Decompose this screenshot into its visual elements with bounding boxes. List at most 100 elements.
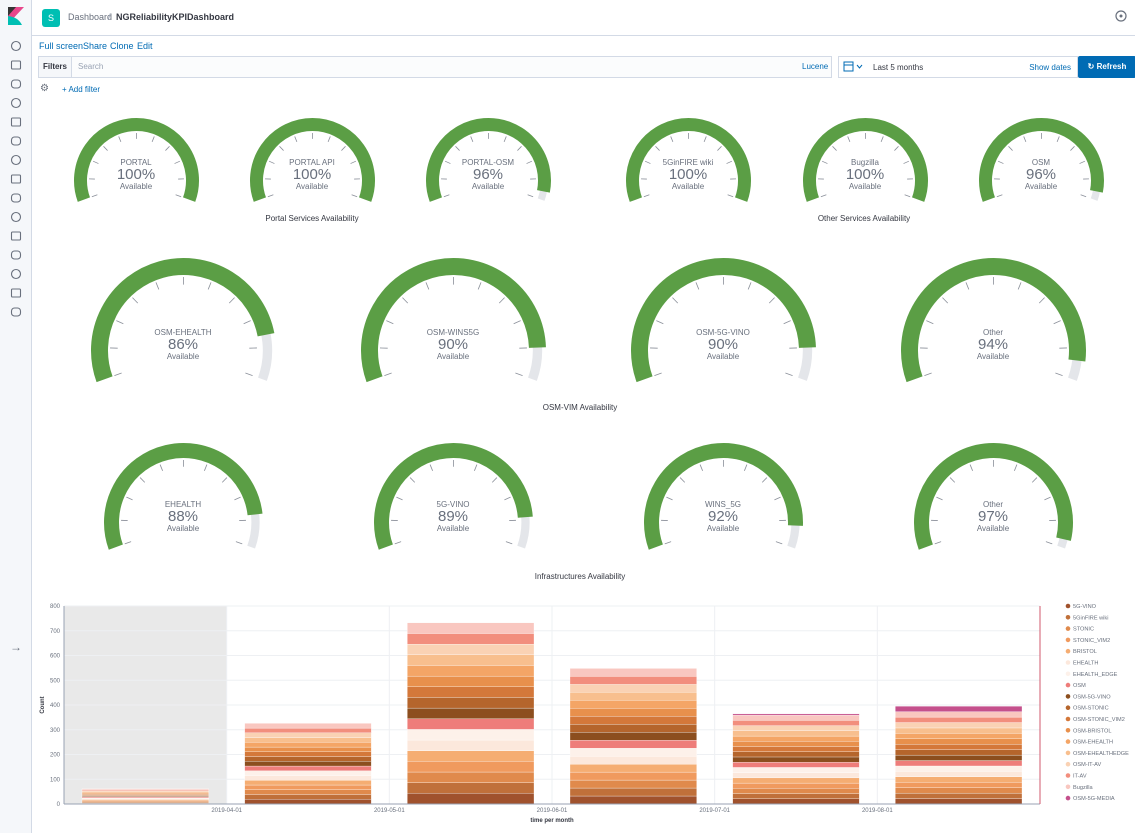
bar-segment [895,712,1022,717]
bar-segment [245,742,372,747]
collapse-nav-icon[interactable]: → [8,640,24,656]
filter-settings-icon[interactable]: ⚙ [40,83,49,94]
show-dates-link[interactable]: Show dates [1029,63,1071,72]
lucene-toggle[interactable]: Lucene [802,62,828,71]
clone-link[interactable]: Clone [110,41,134,51]
gauge-tick [517,146,521,150]
date-range-text[interactable]: Last 5 months [873,63,923,72]
gauge-tick [672,297,677,303]
bar-segment [245,723,372,728]
legend-label: OSM-5G-MEDIA [1073,796,1115,802]
bar-segment [895,750,1022,755]
gauge-tick [351,194,356,196]
edit-link[interactable]: Edit [137,41,153,51]
maps-icon[interactable] [8,135,24,151]
gauge-tick [704,136,706,141]
help-icon[interactable] [1115,10,1129,24]
gauge-tick [328,136,330,141]
gauge-tick [1039,297,1044,303]
bar-segment [733,799,860,804]
gauge-tick [926,320,933,323]
gauge-tick [936,497,942,500]
gauge-tick [515,373,522,376]
add-filter-link[interactable]: + Add filter [62,85,100,94]
apm-icon[interactable] [8,211,24,227]
gauge-tick [1045,541,1051,543]
gauge-tick [160,464,163,470]
infrastructure-icon[interactable] [8,173,24,189]
bar-segment [407,729,534,740]
y-tick-label: 800 [50,604,61,610]
bar-segment [733,783,860,788]
uptime-icon[interactable] [8,230,24,246]
gauge-tick [1014,464,1017,470]
gauge-tick [748,282,751,289]
bar-segment [570,748,697,756]
gauge-tick [504,497,510,500]
share-link[interactable]: Share [83,41,107,51]
space-avatar[interactable]: S [42,9,60,27]
canvas-icon[interactable] [8,116,24,132]
gauge-tick [996,194,1001,196]
gauge-value: 100% [245,166,380,183]
bar-segment [895,793,1022,798]
x-tick-label: 2019-07-01 [699,808,730,814]
logs-icon[interactable] [8,192,24,208]
gauge-tick [965,282,968,289]
gauge-subtitle: Available [421,182,556,191]
gauge-tick [175,194,180,196]
legend-label: OSM-EHEALTHEDGE [1073,751,1129,757]
breadcrumb-separator: / [108,12,111,22]
y-tick-label: 0 [57,802,61,808]
monitoring-icon[interactable] [8,287,24,303]
gauge-tick [124,541,130,543]
gauge-tick [717,146,721,150]
clock-icon[interactable] [8,40,24,56]
gauges-row1-gauge-5: OSM96%Available [974,116,1109,215]
bar-segment [407,772,534,783]
gauge-tick [386,320,393,323]
refresh-button[interactable]: ↻ Refresh [1078,56,1135,78]
gauge-tick [165,146,169,150]
breadcrumb-dashboard[interactable]: Dashboard [68,12,112,22]
siem-icon[interactable] [8,249,24,265]
gauge-tick [762,477,767,482]
gauge-tick [474,464,477,470]
gauges-row1-gauge-3: 5GinFIRE wiki100%Available [621,116,756,215]
gauge-subtitle: Available [626,352,821,361]
gauge-tick [924,373,931,376]
fullscreen-link[interactable]: Full screen [39,41,83,51]
management-icon[interactable] [8,306,24,322]
search-input[interactable]: Search [72,56,832,78]
visualize-icon[interactable] [8,78,24,94]
bar-segment [407,623,534,634]
gauge-arc [639,441,808,558]
legend-dot [1066,672,1071,677]
filter-row: ⚙ + Add filter [32,82,1135,98]
gauge-tick [894,146,898,150]
bar-segment [570,788,697,796]
date-picker[interactable]: Last 5 months Show dates [838,56,1078,78]
section-portal-title: Portal Services Availability [232,214,392,223]
devtools-icon[interactable] [8,268,24,284]
gauge-value: 94% [896,336,1091,353]
gauge-tick [132,297,137,303]
dashboard-icon[interactable] [8,97,24,113]
bar-segment [895,739,1022,744]
legend-label: 5G-VINO [1073,604,1097,610]
bar-segment [570,692,697,700]
ml-icon[interactable] [8,154,24,170]
bar-segment [733,752,860,757]
bar-segment [570,700,697,708]
gauge-tick [402,297,407,303]
calendar-icon[interactable] [843,61,867,75]
gauge-tick [1044,497,1050,500]
compass-icon[interactable] [8,59,24,75]
kibana-logo[interactable] [6,6,26,26]
gauge-tick [114,373,121,376]
gauge-subtitle: Available [369,524,538,533]
bar-segment [570,732,697,740]
gauge-tick [1070,146,1074,150]
legend-label: OSM-5G-VINO [1073,694,1111,700]
gauges-row3-gauge-2: WINS_5G92%Available [639,441,808,558]
